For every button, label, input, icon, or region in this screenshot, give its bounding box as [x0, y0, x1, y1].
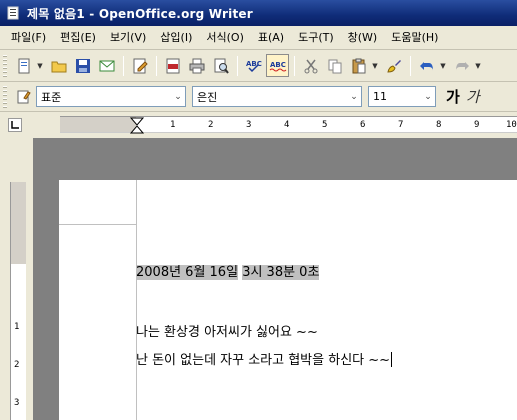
toolbar-separator	[156, 55, 157, 76]
paste-icon[interactable]	[347, 54, 370, 77]
ruler-tick: 3	[14, 398, 20, 408]
ruler-row: 1 2 3 4 5 6 7 8 9 10	[0, 112, 517, 138]
text-cursor	[391, 352, 393, 367]
ruler-tick: 9	[474, 120, 480, 130]
chevron-down-icon[interactable]: ⌄	[171, 87, 185, 106]
indent-marker-icon[interactable]	[130, 117, 144, 134]
menu-edit[interactable]: 편집(E)	[53, 28, 103, 48]
ruler-left-margin	[60, 117, 136, 132]
export-pdf-icon[interactable]	[161, 54, 184, 77]
window-title: 제목 없음1 - OpenOffice.org Writer	[27, 6, 253, 21]
paste-dropdown-arrow[interactable]: ▼	[371, 54, 379, 77]
edit-file-icon[interactable]	[128, 54, 151, 77]
svg-text:ABC: ABC	[270, 61, 286, 69]
document-line[interactable]: 난 돈이 없는데 자꾸 소라고 협박을 하신다 ~~	[136, 349, 393, 368]
ruler-tick: 5	[322, 120, 328, 130]
ruler-tick: 8	[436, 120, 442, 130]
format-paintbrush-icon[interactable]	[382, 54, 405, 77]
open-folder-icon[interactable]	[47, 54, 70, 77]
font-size-select[interactable]: 11 ⌄	[368, 86, 436, 107]
menu-help[interactable]: 도움말(H)	[384, 28, 445, 48]
text-boundary	[59, 224, 136, 225]
ruler-tick: 4	[284, 120, 290, 130]
ruler-tick: 3	[246, 120, 252, 130]
copy-icon[interactable]	[323, 54, 346, 77]
ruler-tick: 10	[506, 120, 517, 130]
ruler-tick: 1	[170, 120, 176, 130]
text-run: 나는 환상경 아저씨가 싫어요 ~~	[136, 325, 318, 340]
paragraph-style-select[interactable]: 표준 ⌄	[36, 86, 186, 107]
toolbar-separator	[410, 55, 411, 76]
document-page[interactable]: 2008년 6월 16일 3시 38분 0초 나는 환상경 아저씨가 싫어요 ~…	[59, 180, 517, 420]
ruler-top-margin	[11, 182, 26, 264]
document-line[interactable]: 2008년 6월 16일 3시 38분 0초	[136, 261, 320, 280]
font-size-value: 11	[373, 90, 387, 103]
text-boundary	[136, 180, 137, 420]
toolbar-grip[interactable]	[3, 85, 7, 108]
bold-button[interactable]: 가	[446, 86, 460, 107]
formatting-toolbar: 표준 ⌄ 은진 ⌄ 11 ⌄ 가 가	[0, 82, 517, 112]
ruler-tick: 2	[208, 120, 214, 130]
menu-tools[interactable]: 도구(T)	[291, 28, 341, 48]
italic-button[interactable]: 가	[466, 86, 480, 107]
font-name-value: 은진	[197, 90, 218, 104]
font-name-select[interactable]: 은진 ⌄	[192, 86, 362, 107]
menu-format[interactable]: 서식(O)	[199, 28, 250, 48]
menu-view[interactable]: 보기(V)	[103, 28, 153, 48]
print-icon[interactable]	[185, 54, 208, 77]
ruler-tick: 6	[360, 120, 366, 130]
menu-bar: 파일(F) 편집(E) 보기(V) 삽입(I) 서식(O) 표(A) 도구(T)…	[0, 26, 517, 50]
highlighted-text: 2008년 6월 16일	[136, 265, 239, 280]
tab-type-icon[interactable]	[8, 118, 22, 132]
vertical-ruler[interactable]: 1 2 3	[10, 182, 26, 420]
vertical-ruler-area: 1 2 3	[0, 138, 33, 420]
toolbar-separator	[294, 55, 295, 76]
document-canvas: 2008년 6월 16일 3시 38분 0초 나는 환상경 아저씨가 싫어요 ~…	[33, 138, 517, 420]
email-icon[interactable]	[95, 54, 118, 77]
text-run: 난 돈이 없는데 자꾸 소라고 협박을 하신다 ~~	[136, 353, 391, 368]
undo-dropdown-arrow[interactable]: ▼	[439, 54, 447, 77]
horizontal-ruler[interactable]: 1 2 3 4 5 6 7 8 9 10	[60, 116, 517, 134]
chevron-down-icon[interactable]: ⌄	[347, 87, 361, 106]
styles-formatting-icon[interactable]	[12, 85, 35, 108]
undo-icon[interactable]	[415, 54, 438, 77]
paragraph-style-value: 표준	[41, 90, 62, 104]
page-preview-icon[interactable]	[209, 54, 232, 77]
writer-app-icon[interactable]	[5, 5, 21, 21]
toolbar-separator	[237, 55, 238, 76]
ruler-tick: 1	[14, 322, 20, 332]
ruler-tick: 2	[14, 360, 20, 370]
highlighted-text: 3시 38분 0초	[242, 265, 320, 280]
autospellcheck-icon[interactable]: ABC	[266, 54, 289, 77]
spellcheck-icon[interactable]: ABC	[242, 54, 265, 77]
title-bar: 제목 없음1 - OpenOffice.org Writer	[0, 0, 517, 26]
menu-file[interactable]: 파일(F)	[4, 28, 53, 48]
new-document-icon[interactable]	[12, 54, 35, 77]
redo-dropdown-arrow[interactable]: ▼	[474, 54, 482, 77]
save-icon[interactable]	[71, 54, 94, 77]
menu-table[interactable]: 표(A)	[251, 28, 291, 48]
standard-toolbar: ▼ ABC ABC ▼ ▼ ▼	[0, 50, 517, 82]
menu-insert[interactable]: 삽입(I)	[153, 28, 199, 48]
document-line[interactable]: 나는 환상경 아저씨가 싫어요 ~~	[136, 321, 318, 340]
ruler-tick: 7	[398, 120, 404, 130]
svg-text:ABC: ABC	[246, 60, 262, 68]
toolbar-separator	[123, 55, 124, 76]
toolbar-grip[interactable]	[3, 54, 7, 77]
new-dropdown-arrow[interactable]: ▼	[36, 54, 44, 77]
redo-icon[interactable]	[450, 54, 473, 77]
cut-icon[interactable]	[299, 54, 322, 77]
menu-window[interactable]: 창(W)	[341, 28, 385, 48]
chevron-down-icon[interactable]: ⌄	[421, 87, 435, 106]
